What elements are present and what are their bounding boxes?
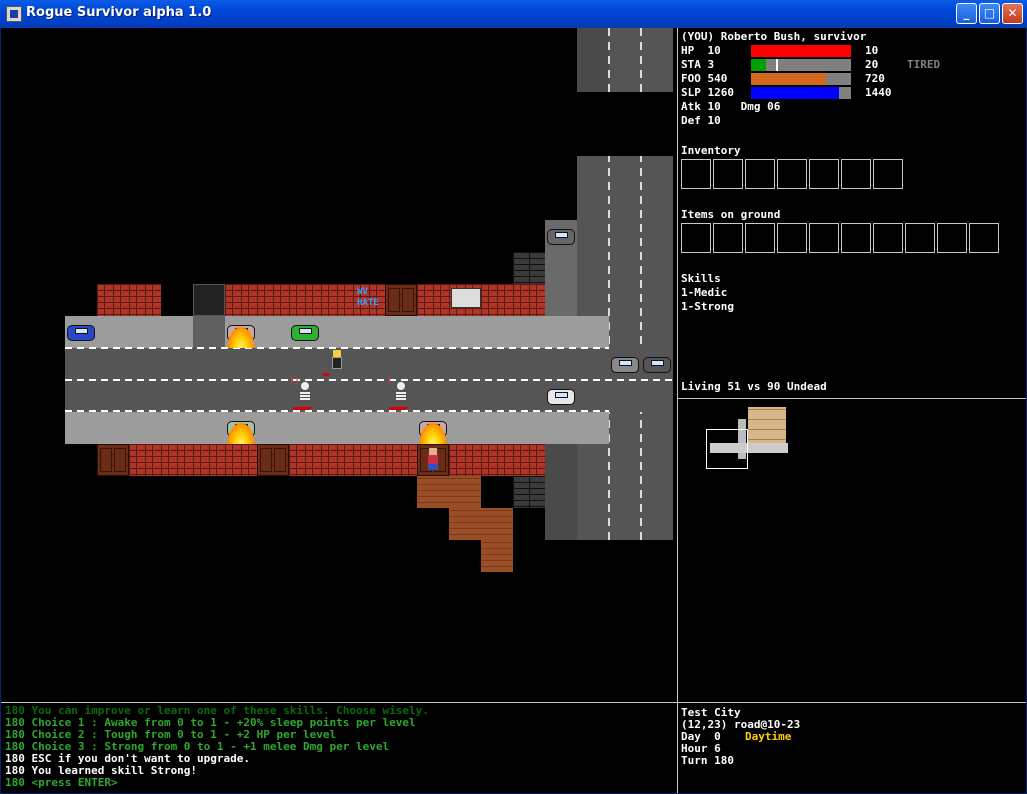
hp-bar xyxy=(751,45,851,57)
sta-max: 20 xyxy=(865,58,879,71)
minimize-button[interactable]: _ xyxy=(956,3,977,24)
zombie-health-bar xyxy=(293,407,311,410)
sta-label: STA 3 xyxy=(681,58,715,71)
brick-wall xyxy=(449,444,545,476)
car-blue xyxy=(67,325,95,341)
brick-wall xyxy=(97,284,161,316)
attack-stats: Atk 10 Dmg 06 xyxy=(681,100,781,113)
item-slot[interactable] xyxy=(713,159,743,189)
item-slot[interactable] xyxy=(873,159,903,189)
item-slot[interactable] xyxy=(841,223,871,253)
item-slot[interactable] xyxy=(905,223,935,253)
population-count: Living 51 vs 90 Undead xyxy=(681,380,827,393)
stamina-bar xyxy=(751,59,851,71)
tired-status: TIRED xyxy=(907,58,941,71)
dark-door[interactable] xyxy=(193,284,225,316)
sidewalk-south xyxy=(65,412,609,444)
wooden-door[interactable] xyxy=(97,444,129,476)
graffiti-line-2: HATE xyxy=(357,298,379,308)
car-white xyxy=(547,389,575,405)
car-wreck xyxy=(611,357,639,373)
sidewalk-east-lower xyxy=(545,444,577,540)
doorstep xyxy=(193,316,225,348)
item-slot[interactable] xyxy=(713,223,743,253)
item-slot[interactable] xyxy=(745,223,775,253)
application-window: Rogue Survivor alpha 1.0 _ □ ✕ WV HATE !… xyxy=(0,0,1027,794)
hp-label: HP 10 xyxy=(681,44,721,57)
brick-wall xyxy=(417,284,545,316)
ground-items-title: Items on ground xyxy=(681,208,781,221)
skills-title: Skills xyxy=(681,272,721,285)
sleep-bar xyxy=(751,87,851,99)
graffiti-line-1: WV xyxy=(357,287,368,297)
defense-stats: Def 10 xyxy=(681,114,721,127)
player-character[interactable] xyxy=(329,350,345,374)
minimap-viewport xyxy=(706,429,748,469)
wooden-door[interactable] xyxy=(385,284,417,316)
item-slot[interactable] xyxy=(937,223,967,253)
fire-icon xyxy=(419,422,447,444)
zombie-health-bar xyxy=(389,407,407,410)
wood-floor xyxy=(481,540,513,572)
sleep-max: 1440 xyxy=(865,86,892,99)
inventory-title: Inventory xyxy=(681,144,741,157)
window-title: Rogue Survivor alpha 1.0 xyxy=(26,5,212,20)
sign-icon xyxy=(451,288,481,308)
fire-icon xyxy=(227,326,255,348)
item-slot[interactable] xyxy=(873,223,903,253)
lane-marking xyxy=(640,28,642,92)
item-slot[interactable] xyxy=(809,223,839,253)
item-slot[interactable] xyxy=(777,159,807,189)
app-icon xyxy=(6,6,22,22)
skeleton-zombie[interactable] xyxy=(393,382,409,406)
alert-marker: ! xyxy=(387,377,393,387)
food-label: FOO 540 xyxy=(681,72,728,85)
car-green xyxy=(291,325,319,341)
skill-item: 1-Strong xyxy=(681,300,734,313)
item-slot[interactable] xyxy=(969,223,999,253)
player-health-bar xyxy=(323,373,329,376)
brick-wall xyxy=(289,444,417,476)
dark-wall xyxy=(513,476,545,508)
map-view[interactable]: WV HATE !! ! xyxy=(1,28,677,702)
car-wreck xyxy=(547,229,575,245)
wood-floor xyxy=(417,476,481,508)
minimap[interactable] xyxy=(678,399,1026,702)
brick-wall xyxy=(129,444,257,476)
maximize-button[interactable]: □ xyxy=(979,3,1000,24)
item-slot[interactable] xyxy=(777,223,807,253)
close-button[interactable]: ✕ xyxy=(1002,3,1023,24)
game-client-area: WV HATE !! ! (YOU) Roberto Bush, survivo… xyxy=(1,28,1026,793)
time-of-day: Daytime xyxy=(745,730,792,743)
hp-max: 10 xyxy=(865,44,879,57)
road-north-lane xyxy=(577,28,609,92)
survivor-npc[interactable] xyxy=(425,448,441,472)
item-slot[interactable] xyxy=(681,223,711,253)
wooden-door[interactable] xyxy=(257,444,289,476)
food-bar xyxy=(751,73,851,85)
lane-marking xyxy=(65,379,673,381)
sidewalk-north xyxy=(65,316,609,348)
wood-floor xyxy=(449,508,513,540)
item-slot[interactable] xyxy=(745,159,775,189)
fire-icon xyxy=(227,422,255,444)
lane-marking xyxy=(65,347,609,349)
player-name: (YOU) Roberto Bush, survivor xyxy=(681,30,867,43)
alert-marker: !! xyxy=(289,377,300,387)
lane-marking xyxy=(608,28,610,92)
sleep-label: SLP 1260 xyxy=(681,86,734,99)
food-max: 720 xyxy=(865,72,885,85)
skill-item: 1-Medic xyxy=(681,286,728,299)
lane-marking xyxy=(65,410,609,412)
item-slot[interactable] xyxy=(841,159,871,189)
item-slot[interactable] xyxy=(681,159,711,189)
item-slot[interactable] xyxy=(809,159,839,189)
message-log: 180 You can improve or learn one of thes… xyxy=(1,703,677,793)
car-wreck xyxy=(643,357,671,373)
log-message: 180 <press ENTER> xyxy=(5,776,118,789)
title-bar[interactable]: Rogue Survivor alpha 1.0 _ □ ✕ xyxy=(0,0,1027,28)
turn-counter: Turn 180 xyxy=(681,754,734,767)
